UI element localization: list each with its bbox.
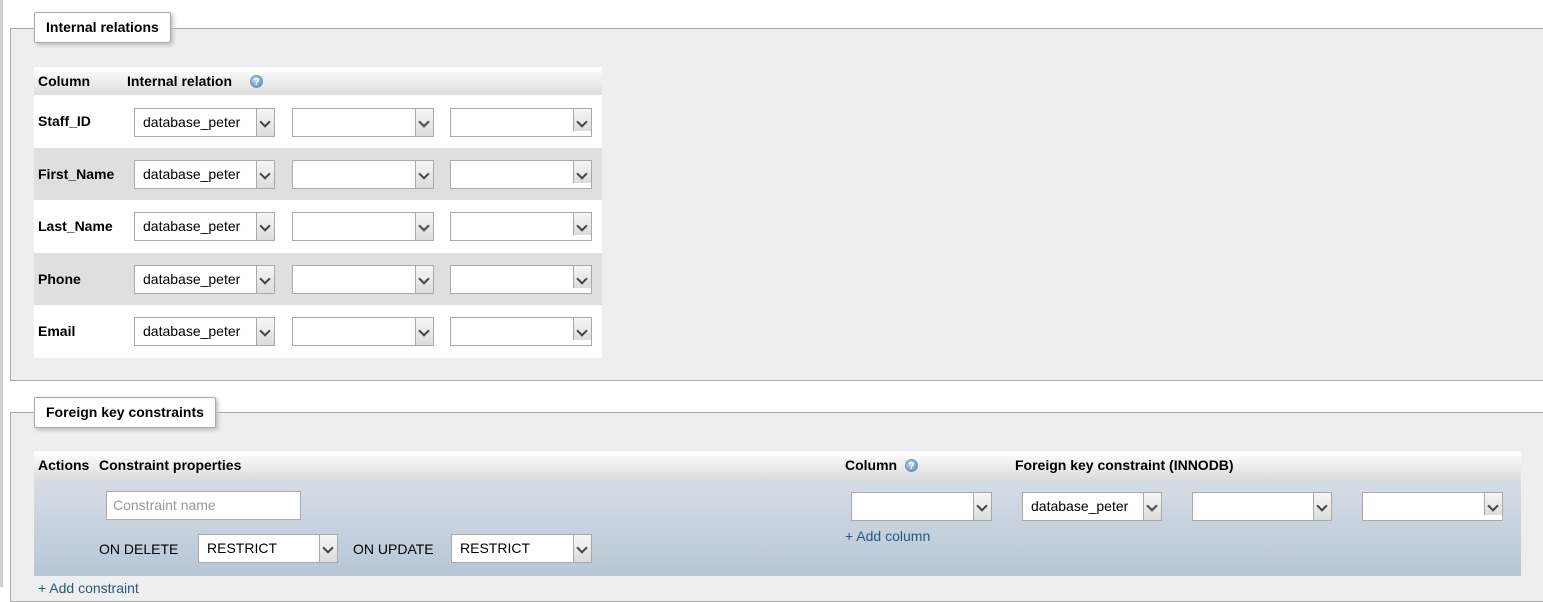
column-name: Phone	[38, 270, 81, 287]
chevron-down-icon	[573, 213, 591, 236]
database-select[interactable]: database_peter	[134, 317, 275, 347]
chevron-down-icon	[573, 535, 591, 562]
field-select[interactable]	[450, 212, 592, 242]
chevron-down-icon	[415, 109, 433, 136]
chevron-down-icon	[256, 109, 274, 136]
chevron-down-icon	[415, 213, 433, 241]
table-row: First_Name database_peter	[34, 147, 602, 201]
chevron-down-icon	[573, 265, 591, 288]
table-row: Email database_peter	[34, 305, 602, 358]
column-name: First_Name	[38, 165, 115, 182]
field-select[interactable]	[450, 264, 592, 294]
chevron-down-icon	[573, 318, 591, 341]
foreign-key-legend: Foreign key constraints	[34, 397, 216, 428]
column-name: Staff_ID	[38, 113, 91, 129]
table-select[interactable]	[292, 159, 434, 189]
table-header: Column Internal relation ?	[34, 67, 602, 95]
table-row: Staff_ID database_peter	[34, 95, 602, 148]
column-name: Email	[38, 323, 76, 340]
left-border	[0, 0, 3, 587]
ref-database-select[interactable]: database_peter	[1022, 492, 1162, 521]
help-icon[interactable]: ?	[905, 459, 918, 472]
field-select[interactable]	[450, 317, 592, 347]
field-select[interactable]	[450, 108, 592, 137]
header-foreign-key-constraint: Foreign key constraint (INNODB)	[1015, 457, 1234, 473]
database-select[interactable]: database_peter	[134, 264, 275, 294]
on-delete-label: ON DELETE	[99, 541, 179, 557]
header-internal-relation: Internal relation	[127, 73, 233, 89]
chevron-down-icon	[415, 160, 433, 188]
internal-relations-fieldset: Internal relations Column Internal relat…	[10, 12, 1543, 381]
foreign-key-table: Actions Constraint properties Column ? F…	[34, 451, 1521, 596]
column-name: Last_Name	[38, 218, 113, 235]
field-select[interactable]	[450, 159, 592, 189]
add-column-link[interactable]: + Add column	[845, 528, 930, 544]
table-row: Phone database_peter	[34, 252, 602, 306]
ref-table-select[interactable]	[1192, 492, 1332, 521]
database-select[interactable]: database_peter	[134, 159, 275, 189]
internal-relations-legend: Internal relations	[34, 12, 171, 43]
chevron-down-icon	[1313, 493, 1331, 520]
table-select[interactable]	[292, 108, 434, 137]
on-update-select[interactable]: RESTRICT	[451, 534, 592, 563]
help-icon[interactable]: ?	[250, 75, 263, 88]
table-select[interactable]	[292, 212, 434, 242]
chevron-down-icon	[973, 493, 991, 520]
chevron-down-icon	[573, 109, 591, 131]
on-update-label: ON UPDATE	[353, 541, 434, 557]
chevron-down-icon	[256, 160, 274, 188]
chevron-down-icon	[256, 213, 274, 241]
chevron-down-icon	[256, 265, 274, 293]
constraint-row: Constraint name ON DELETE RESTRICT ON UP…	[34, 479, 1521, 576]
internal-relations-table: Column Internal relation ? Staff_ID data…	[34, 67, 602, 358]
on-delete-select[interactable]: RESTRICT	[198, 534, 338, 563]
add-constraint-link[interactable]: + Add constraint	[38, 580, 139, 596]
ref-column-select[interactable]	[1362, 492, 1503, 521]
foreign-key-fieldset: Foreign key constraints Actions Constrai…	[10, 397, 1543, 602]
table-header: Actions Constraint properties Column ? F…	[34, 451, 1521, 479]
constraint-name-input[interactable]: Constraint name	[106, 491, 301, 520]
chevron-down-icon	[415, 265, 433, 293]
header-column: Column	[38, 73, 91, 89]
header-column: Column	[845, 457, 898, 473]
chevron-down-icon	[1484, 493, 1502, 515]
table-select[interactable]	[292, 317, 434, 347]
chevron-down-icon	[573, 160, 591, 183]
chevron-down-icon	[415, 318, 433, 346]
chevron-down-icon	[256, 318, 274, 346]
header-constraint-properties: Constraint properties	[99, 457, 242, 473]
table-select[interactable]	[292, 264, 434, 294]
database-select[interactable]: database_peter	[134, 212, 275, 242]
chevron-down-icon	[1143, 493, 1161, 520]
table-row: Last_Name database_peter	[34, 200, 602, 253]
chevron-down-icon	[319, 535, 337, 562]
database-select[interactable]: database_peter	[134, 108, 275, 137]
header-actions: Actions	[38, 457, 90, 473]
column-select[interactable]	[851, 492, 992, 521]
